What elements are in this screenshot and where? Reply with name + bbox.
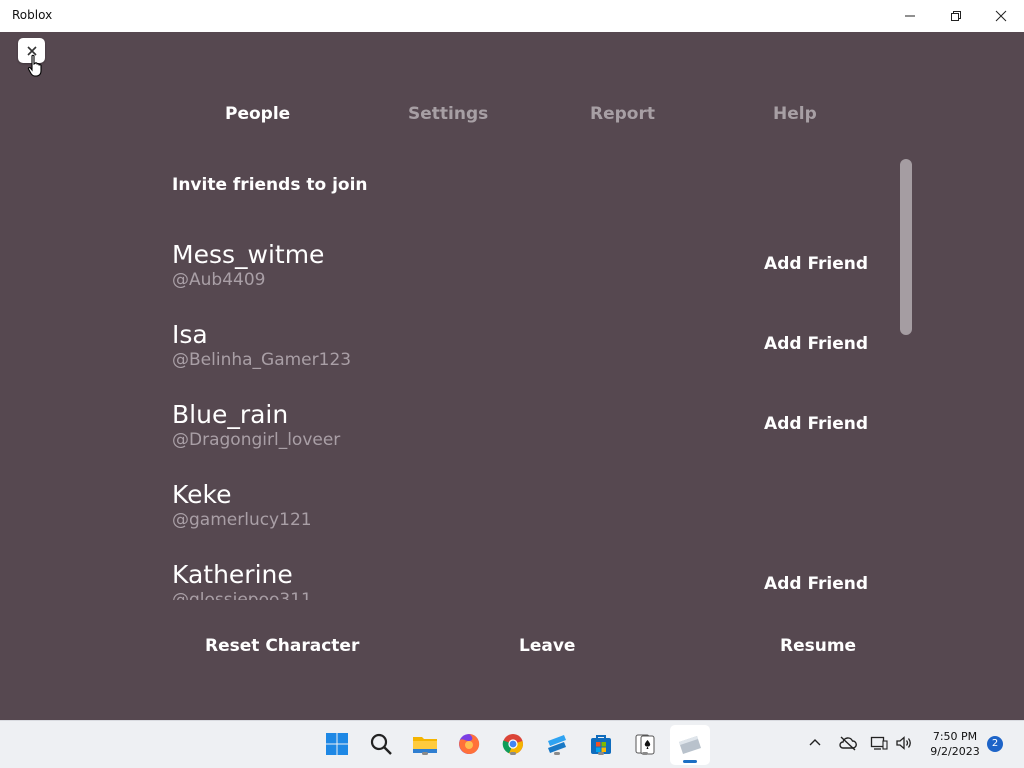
player-row: Mess_witme @Aub4409 Add Friend bbox=[160, 240, 880, 320]
add-friend-button[interactable]: Add Friend bbox=[764, 574, 868, 594]
show-hidden-icons-button[interactable] bbox=[808, 735, 822, 754]
active-window-indicator bbox=[683, 760, 697, 763]
clock-date: 9/2/2023 bbox=[930, 745, 980, 758]
taskbar: 7:50 PM 9/2/2023 2 bbox=[0, 720, 1024, 768]
minimize-icon bbox=[905, 15, 915, 17]
volume-control[interactable] bbox=[895, 735, 913, 755]
search-icon bbox=[370, 733, 392, 755]
start-button[interactable] bbox=[323, 730, 351, 758]
roblox-taskbar-button[interactable] bbox=[670, 725, 710, 765]
tab-help[interactable]: Help bbox=[773, 104, 817, 124]
onedrive-status[interactable] bbox=[838, 735, 858, 755]
player-display-name: Keke bbox=[172, 480, 232, 509]
add-friend-button[interactable]: Add Friend bbox=[764, 334, 868, 354]
menu-tabs: People Settings Report Help bbox=[0, 104, 1024, 128]
microsoft-store-button[interactable] bbox=[587, 730, 615, 758]
game-menu: People Settings Report Help Invite frien… bbox=[0, 32, 1024, 720]
running-indicator bbox=[422, 752, 428, 755]
chevron-up-icon bbox=[809, 739, 821, 746]
restore-icon bbox=[951, 11, 961, 21]
player-username: @glossiepoo311 bbox=[172, 590, 312, 600]
invite-friends-button[interactable]: Invite friends to join bbox=[172, 175, 368, 195]
running-indicator bbox=[554, 752, 560, 755]
notification-badge[interactable]: 2 bbox=[987, 736, 1003, 752]
firefox-icon bbox=[459, 733, 480, 754]
player-display-name: Katherine bbox=[172, 560, 293, 589]
leave-button[interactable]: Leave bbox=[519, 636, 575, 656]
close-window-button[interactable] bbox=[978, 0, 1024, 32]
taskbar-clock[interactable]: 7:50 PM 9/2/2023 bbox=[920, 729, 990, 759]
running-indicator bbox=[598, 752, 604, 755]
speaker-icon bbox=[896, 736, 911, 750]
player-username: @gamerlucy121 bbox=[172, 510, 312, 530]
roblox-icon bbox=[679, 736, 701, 754]
hand-cursor-icon bbox=[27, 54, 42, 77]
windows-start-icon bbox=[326, 733, 348, 755]
firefox-button[interactable] bbox=[455, 730, 483, 758]
clock-time: 7:50 PM bbox=[932, 730, 978, 743]
resume-button[interactable]: Resume bbox=[780, 636, 856, 656]
people-list-scrollbar[interactable] bbox=[900, 159, 912, 335]
running-indicator bbox=[510, 752, 516, 755]
reset-character-button[interactable]: Reset Character bbox=[205, 636, 359, 656]
player-display-name: Mess_witme bbox=[172, 240, 325, 269]
window-title-bar: Roblox bbox=[0, 0, 1024, 32]
roblox-studio-button[interactable] bbox=[543, 730, 571, 758]
people-list[interactable]: Invite friends to join Mess_witme @Aub44… bbox=[160, 160, 880, 600]
player-username: @Aub4409 bbox=[172, 270, 266, 290]
player-display-name: Blue_rain bbox=[172, 400, 289, 429]
network-status[interactable] bbox=[870, 735, 888, 755]
minimize-button[interactable] bbox=[887, 0, 933, 32]
player-row: Keke @gamerlucy121 bbox=[160, 480, 880, 560]
close-icon bbox=[995, 10, 1007, 22]
player-row: Katherine @glossiepoo311 Add Friend bbox=[160, 560, 880, 600]
search-button[interactable] bbox=[367, 730, 395, 758]
player-username: @Belinha_Gamer123 bbox=[172, 350, 352, 370]
player-display-name: Isa bbox=[172, 320, 208, 349]
chrome-button[interactable] bbox=[499, 730, 527, 758]
player-row: Isa @Belinha_Gamer123 Add Friend bbox=[160, 320, 880, 400]
restore-button[interactable] bbox=[933, 0, 979, 32]
tab-settings[interactable]: Settings bbox=[408, 104, 488, 124]
cloud-offline-icon bbox=[839, 736, 857, 751]
tab-people[interactable]: People bbox=[225, 104, 290, 124]
solitaire-button[interactable] bbox=[631, 730, 659, 758]
running-indicator bbox=[642, 752, 648, 755]
player-username: @Dragongirl_loveer bbox=[172, 430, 341, 450]
player-row: Blue_rain @Dragongirl_loveer Add Friend bbox=[160, 400, 880, 480]
file-explorer-button[interactable] bbox=[411, 730, 439, 758]
add-friend-button[interactable]: Add Friend bbox=[764, 254, 868, 274]
tab-report[interactable]: Report bbox=[590, 104, 655, 124]
add-friend-button[interactable]: Add Friend bbox=[764, 414, 868, 434]
window-title: Roblox bbox=[12, 8, 53, 22]
network-icon bbox=[870, 736, 888, 750]
